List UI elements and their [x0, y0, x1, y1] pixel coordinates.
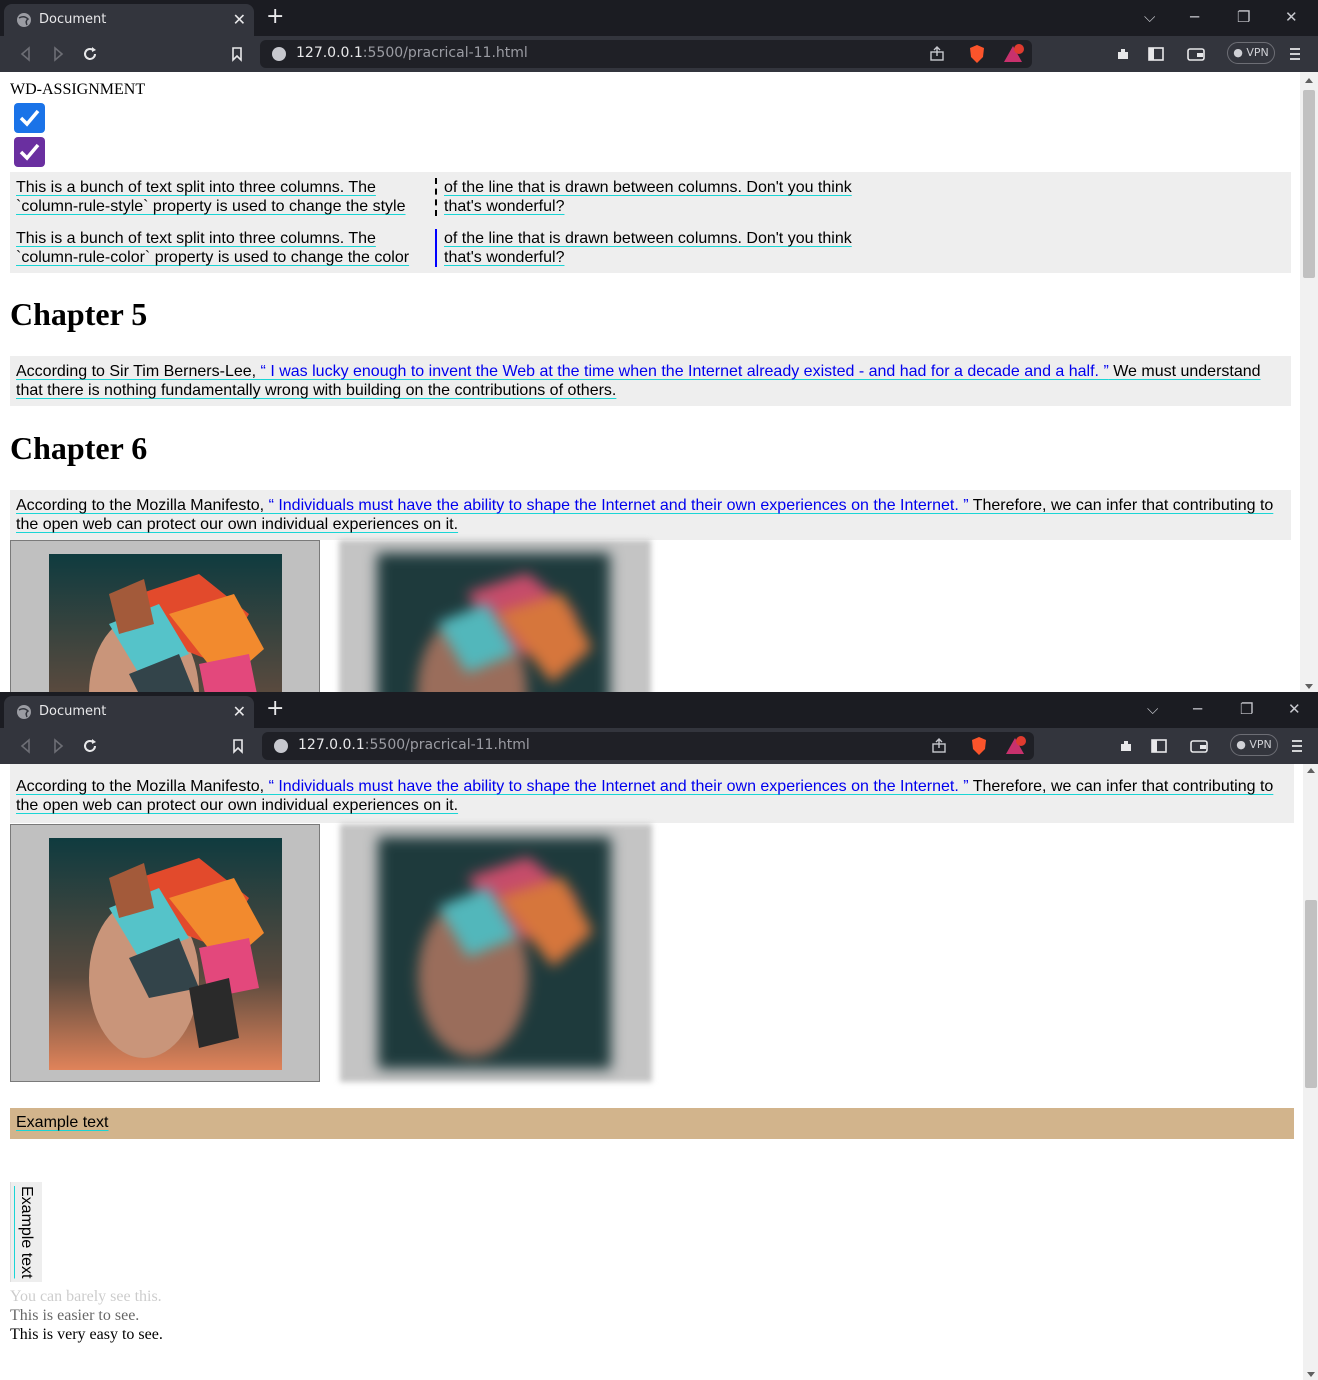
opacity-line-faint: You can barely see this.	[10, 1288, 162, 1305]
tab-document[interactable]: Document ✕	[4, 696, 254, 728]
restore-button[interactable]: ❐	[1237, 8, 1250, 26]
tab-title: Document	[39, 704, 107, 719]
column-rule-color-right: of the line that is drawn between column…	[444, 230, 852, 266]
checkmark-icon	[19, 143, 40, 161]
portrait-art-blurred	[377, 553, 610, 692]
mozilla-quote[interactable]: “ Individuals must have the ability to s…	[269, 778, 969, 795]
chapter-5-heading: Chapter 5	[10, 296, 148, 332]
portrait-image-blurred	[340, 824, 652, 1082]
chapter-6-paragraph: According to the Mozilla Manifesto, “ In…	[10, 764, 1294, 823]
minimize-button[interactable]: ─	[1190, 8, 1199, 26]
scrollbar-thumb[interactable]	[1305, 900, 1317, 1088]
page-viewport: According to the Mozilla Manifesto, “ In…	[0, 764, 1303, 1380]
chapter-6-paragraph: According to the Mozilla Manifesto, “ In…	[10, 490, 1291, 540]
site-info-icon[interactable]	[272, 47, 286, 61]
portrait-image-blurred	[339, 540, 651, 692]
scroll-up-arrow-icon[interactable]	[1305, 78, 1313, 83]
tab-document[interactable]: Document ✕	[4, 4, 254, 36]
vertical-scrollbar[interactable]	[1303, 764, 1318, 1380]
scroll-down-arrow-icon[interactable]	[1305, 684, 1313, 689]
back-icon[interactable]	[16, 44, 36, 64]
globe-icon	[17, 705, 31, 719]
site-info-icon[interactable]	[274, 739, 288, 753]
reload-icon[interactable]	[80, 736, 100, 756]
browser-toolbar: 127.0.0.1:5500/pracrical-11.html ● VPN	[0, 728, 1318, 764]
column-rule-style-left: This is a bunch of text split into three…	[16, 179, 406, 215]
checkbox-blue[interactable]	[14, 103, 45, 133]
url-text: 127.0.0.1:5500/pracrical-11.html	[298, 737, 530, 753]
address-bar[interactable]: 127.0.0.1:5500/pracrical-11.html	[262, 732, 1034, 760]
bookmark-icon[interactable]	[227, 44, 247, 64]
page-viewport: WD-ASSIGNMENT This is a bunch of text sp…	[0, 72, 1300, 692]
tab-strip: Document ✕ + ⌵ ─ ❐ ✕	[0, 0, 1318, 36]
globe-icon	[17, 13, 31, 27]
vertical-example-text: Example text	[18, 1186, 35, 1279]
tab-close-icon[interactable]: ✕	[233, 10, 246, 29]
wallet-icon[interactable]	[1186, 44, 1206, 64]
tab-strip: Document ✕ + ⌵ ─ ❐ ✕	[0, 692, 1318, 728]
column-rule-style-right: of the line that is drawn between column…	[444, 179, 852, 215]
brave-rewards-icon[interactable]	[1002, 44, 1024, 64]
browser-window-bottom: Document ✕ + ⌵ ─ ❐ ✕ 127.0.0.1:5500/prac…	[0, 692, 1318, 1380]
minimize-button[interactable]: ─	[1193, 700, 1202, 718]
checkbox-purple[interactable]	[14, 137, 45, 167]
reload-icon[interactable]	[80, 44, 100, 64]
vpn-button[interactable]: ● VPN	[1230, 734, 1278, 756]
extensions-icon[interactable]	[1113, 44, 1133, 64]
brave-shield-icon[interactable]	[968, 44, 986, 64]
tab-search-chevron-icon[interactable]: ⌵	[1144, 8, 1155, 26]
column-rule-color-left: This is a bunch of text split into three…	[16, 230, 410, 266]
browser-window-top: Document ✕ + ⌵ ─ ❐ ✕ 127.0.0.1:5500/prac…	[0, 0, 1318, 692]
checkmark-icon	[19, 109, 40, 127]
close-window-button[interactable]: ✕	[1288, 700, 1301, 718]
share-icon[interactable]	[930, 737, 948, 755]
browser-toolbar: 127.0.0.1:5500/pracrical-11.html ● VPN	[0, 36, 1318, 72]
address-bar[interactable]: 127.0.0.1:5500/pracrical-11.html	[260, 40, 1032, 68]
menu-icon[interactable]	[1285, 44, 1305, 64]
bookmark-icon[interactable]	[228, 736, 248, 756]
back-icon[interactable]	[16, 736, 36, 756]
brave-rewards-icon[interactable]	[1004, 736, 1026, 756]
column-rule-dashed	[435, 178, 437, 216]
sidebar-icon[interactable]	[1149, 736, 1169, 756]
tab-title: Document	[39, 12, 107, 27]
sidebar-icon[interactable]	[1146, 44, 1166, 64]
url-text: 127.0.0.1:5500/pracrical-11.html	[296, 45, 528, 61]
column-rule-blue	[435, 229, 437, 267]
chapter-5-paragraph: According to Sir Tim Berners-Lee, “ I wa…	[10, 356, 1291, 406]
scroll-up-arrow-icon[interactable]	[1307, 768, 1315, 773]
scroll-down-arrow-icon[interactable]	[1307, 1372, 1315, 1377]
example-text-bar: Example text	[10, 1108, 1294, 1139]
restore-button[interactable]: ❐	[1240, 700, 1253, 718]
forward-icon[interactable]	[48, 44, 68, 64]
mozilla-quote[interactable]: “ Individuals must have the ability to s…	[269, 497, 969, 514]
close-window-button[interactable]: ✕	[1285, 8, 1298, 26]
scrollbar-thumb[interactable]	[1303, 90, 1315, 278]
portrait-art-blurred	[378, 837, 611, 1069]
share-icon[interactable]	[928, 45, 946, 63]
portrait-image-sharp	[10, 824, 320, 1082]
site-title: WD-ASSIGNMENT	[10, 81, 146, 98]
menu-icon[interactable]	[1287, 736, 1307, 756]
tab-close-icon[interactable]: ✕	[233, 702, 246, 721]
tab-search-chevron-icon[interactable]: ⌵	[1147, 700, 1158, 718]
opacity-line-medium: This is easier to see.	[10, 1307, 140, 1324]
opacity-line-full: This is very easy to see.	[10, 1326, 163, 1343]
columns-section: This is a bunch of text split into three…	[10, 172, 1291, 273]
extensions-icon[interactable]	[1116, 736, 1136, 756]
portrait-image-sharp	[10, 540, 320, 692]
brave-shield-icon[interactable]	[970, 736, 988, 756]
vertical-scrollbar[interactable]	[1300, 72, 1318, 692]
portrait-art	[49, 554, 282, 692]
new-tab-button[interactable]: +	[266, 696, 284, 721]
portrait-art	[49, 838, 282, 1070]
vertical-text-box: Example text	[10, 1182, 42, 1282]
chapter-6-heading: Chapter 6	[10, 430, 148, 466]
tbl-quote[interactable]: “ I was lucky enough to invent the Web a…	[261, 363, 1109, 380]
new-tab-button[interactable]: +	[266, 4, 284, 29]
vpn-button[interactable]: ● VPN	[1227, 42, 1275, 64]
forward-icon[interactable]	[48, 736, 68, 756]
wallet-icon[interactable]	[1189, 736, 1209, 756]
